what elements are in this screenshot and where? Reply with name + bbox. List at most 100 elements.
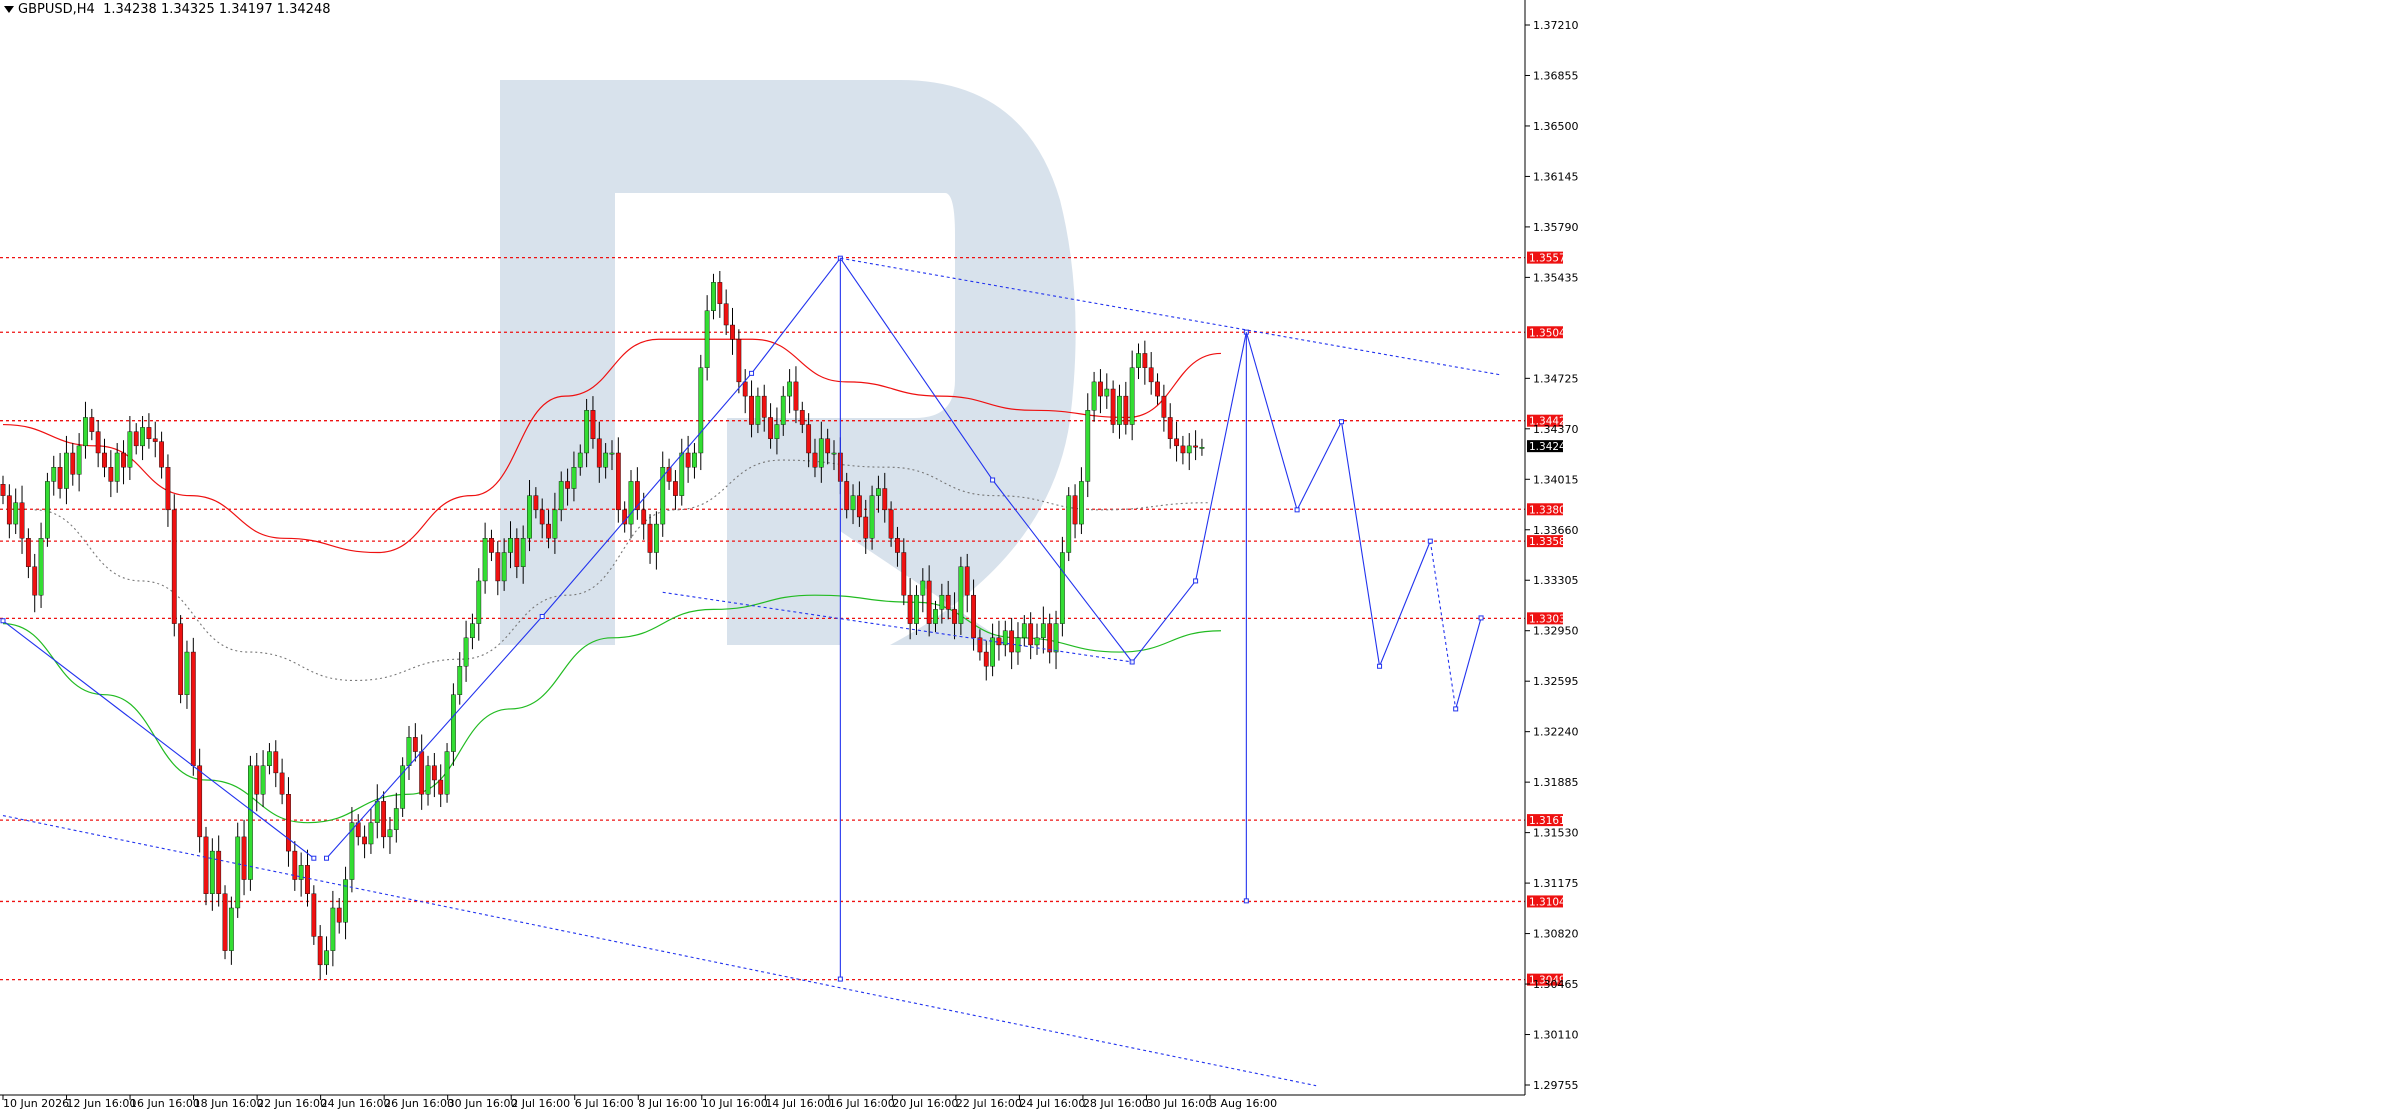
x-tick-label: 3 Aug 16:00	[1210, 1097, 1277, 1110]
bull-candle	[324, 950, 329, 966]
bear-candle	[108, 466, 114, 482]
bear-candle	[793, 381, 799, 411]
level-price-label: 1.33580	[1529, 536, 1572, 548]
wave-segment	[1245, 331, 1298, 511]
bull-candle	[470, 623, 475, 639]
x-tick-label: 28 Jul 16:00	[1083, 1097, 1149, 1110]
bull-candle	[831, 452, 837, 455]
bear-candle	[362, 836, 367, 845]
ohlc-values: 1.34238 1.34325 1.34197 1.34248	[103, 2, 331, 17]
y-tick-label: 1.31885	[1533, 776, 1579, 789]
bull-candle	[247, 765, 253, 880]
bear-candle	[952, 609, 957, 624]
bull-candle	[184, 651, 190, 695]
bear-candle	[1009, 630, 1015, 653]
bear-candle	[825, 438, 831, 454]
bear-candle	[856, 495, 862, 518]
bear-candle	[907, 594, 913, 624]
bear-candle	[685, 452, 691, 468]
bear-candle	[901, 552, 907, 596]
bear-candle	[533, 495, 539, 511]
bear-candle	[190, 651, 196, 766]
wave-point	[1338, 419, 1344, 425]
x-tick-label: 24 Jul 16:00	[1019, 1097, 1085, 1110]
bull-candle	[603, 452, 609, 468]
bear-candle	[32, 566, 38, 596]
x-tick-label: 30 Jul 16:00	[1146, 1097, 1212, 1110]
x-tick-label: 2 Jul 16:00	[511, 1097, 570, 1110]
wave-segment	[1296, 421, 1342, 511]
bear-candle	[222, 893, 228, 951]
x-tick-label: 22 Jun 16:00	[257, 1097, 327, 1110]
bear-candle	[761, 395, 767, 418]
bull-candle	[76, 445, 82, 475]
wave-point	[539, 613, 545, 619]
collapse-triangle-icon[interactable]	[4, 6, 14, 13]
bull-candle	[457, 666, 463, 695]
bull-candle	[1104, 388, 1110, 397]
bull-candle	[704, 310, 710, 368]
bull-candle	[679, 452, 685, 496]
bull-candle	[1085, 410, 1091, 482]
wave-point	[1294, 507, 1300, 513]
bull-candle	[584, 410, 590, 454]
level-price-label: 1.31618	[1529, 815, 1572, 827]
level-price-label: 1.33037	[1529, 613, 1572, 625]
projection-point	[837, 976, 843, 982]
bear-candle	[102, 452, 107, 468]
x-tick-label: 18 Jun 16:00	[194, 1097, 264, 1110]
bull-candle	[698, 367, 704, 454]
y-tick-label: 1.32950	[1533, 625, 1579, 638]
bull-candle	[260, 765, 266, 795]
bull-candle	[330, 907, 336, 951]
wave-segment	[1340, 421, 1381, 667]
bull-candle	[450, 694, 456, 752]
bull-candle	[1034, 637, 1040, 646]
bull-candle	[577, 452, 583, 468]
y-tick-label: 1.30110	[1533, 1029, 1579, 1042]
x-tick-label: 6 Jul 16:00	[575, 1097, 634, 1110]
bull-candle	[818, 438, 824, 468]
bull-candle	[780, 395, 786, 425]
x-tick-label: 10 Jun 2026	[3, 1097, 69, 1110]
bull-candle	[958, 566, 964, 624]
bear-candle	[1193, 445, 1198, 448]
bear-candle	[1180, 445, 1186, 454]
bull-candle	[508, 538, 513, 553]
chart-area[interactable]: 1.35574 1.35049 1.34427 1.33804 1.33580 1.330…	[0, 0, 2396, 1110]
x-tick-label: 16 Jul 16:00	[829, 1097, 895, 1110]
bull-candle	[850, 495, 856, 511]
bear-candle	[983, 651, 989, 667]
bear-candle	[152, 438, 158, 442]
y-tick-label: 1.32595	[1533, 675, 1579, 688]
y-tick-label: 1.37210	[1533, 19, 1579, 32]
x-tick-label: 24 Jun 16:00	[321, 1097, 391, 1110]
bear-candle	[1142, 353, 1148, 368]
price-chart[interactable]: 1.355741.350491.344271.338041.335801.330…	[0, 0, 2396, 1110]
bull-candle	[1129, 367, 1135, 425]
bull-candle	[406, 737, 412, 766]
y-tick-label: 1.34725	[1533, 372, 1579, 385]
level-price-label: 1.35574	[1529, 253, 1573, 265]
bear-candle	[971, 594, 976, 639]
bull-candle	[140, 427, 145, 447]
x-tick-label: 20 Jul 16:00	[892, 1097, 958, 1110]
trend-line	[840, 257, 1501, 376]
bull-candle	[1053, 623, 1059, 653]
chart-header: GBPUSD,H4 1.34238 1.34325 1.34197 1.3424…	[4, 2, 331, 17]
bear-candle	[1167, 417, 1173, 439]
wave-point	[1377, 663, 1383, 669]
bear-candle	[273, 751, 279, 774]
bear-candle	[197, 765, 203, 838]
wave-segment	[1429, 541, 1457, 709]
wave-point	[749, 370, 755, 376]
bear-candle	[19, 502, 25, 539]
bull-candle	[628, 481, 634, 525]
bear-candle	[1161, 395, 1167, 418]
bull-candle	[520, 538, 526, 567]
bull-candle	[571, 466, 577, 489]
bear-candle	[6, 495, 12, 525]
wave-segment	[1195, 332, 1247, 582]
bear-candle	[1098, 381, 1103, 397]
bull-candle	[920, 580, 926, 596]
